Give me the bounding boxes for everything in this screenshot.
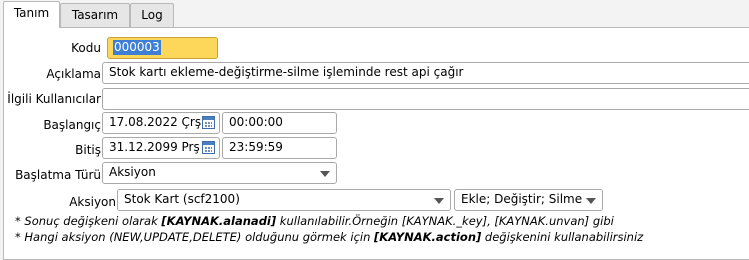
kodu-input[interactable]: 000003 xyxy=(107,37,218,59)
chevron-down-icon xyxy=(586,198,596,204)
note-line-1-bold: [KAYNAK.alanadi] xyxy=(161,214,277,228)
bitis-label-box: Bitiş xyxy=(4,140,101,160)
aciklama-input[interactable]: Stok kartı ekleme-değiştirme-silme işlem… xyxy=(102,62,749,84)
note-line-2-post: değişkenini kullanabilirsiniz xyxy=(481,230,644,244)
note-line-2-bold: [KAYNAK.action] xyxy=(374,230,482,244)
bitis-date-input[interactable]: 31.12.2099 Prş xyxy=(102,137,220,159)
kodu-value: 000003 xyxy=(113,40,161,55)
baslangic-time-value: 00:00:00 xyxy=(229,115,283,129)
baslatma-turu-label-box: Başlatma Türü xyxy=(4,165,101,185)
calendar-icon[interactable] xyxy=(202,116,215,129)
note-line-1-pre: * Sonuç değişkeni olarak xyxy=(15,214,162,228)
tab-bar: Tanım Tasarım Log xyxy=(0,0,749,28)
tab-tanim[interactable]: Tanım xyxy=(3,1,60,28)
aksiyon-value: Stok Kart (scf2100) xyxy=(124,192,240,206)
note-line-1-post: kullanılabilir.Örneğin [KAYNAK._key], [K… xyxy=(276,214,614,228)
bitis-time-input[interactable]: 23:59:59 xyxy=(222,137,337,159)
aksiyon-select[interactable]: Stok Kart (scf2100) xyxy=(117,189,451,211)
calendar-icon[interactable] xyxy=(202,141,215,154)
ilgili-kullanicilar-label: İlgili Kullanıcılar xyxy=(7,92,101,106)
aciklama-label-box: Açıklama xyxy=(4,64,101,84)
tab-log[interactable]: Log xyxy=(130,3,174,27)
tab-tasarim-label: Tasarım xyxy=(71,8,119,22)
baslangic-label: Başlangıç xyxy=(43,118,101,132)
baslangic-date-value: 17.08.2022 Çrş xyxy=(109,115,202,129)
tab-tanim-label: Tanım xyxy=(13,6,50,20)
chevron-down-icon xyxy=(320,171,330,177)
baslangic-date-input[interactable]: 17.08.2022 Çrş xyxy=(102,112,220,134)
tab-content-tanim: Kodu 000003 Açıklama Stok kartı ekleme-d… xyxy=(3,27,749,260)
tab-log-label: Log xyxy=(141,8,163,22)
baslatma-turu-select[interactable]: Aksiyon xyxy=(102,162,337,184)
aciklama-label: Açıklama xyxy=(46,67,101,81)
aksiyon-operations-value: Ekle; Değiştir; Silme xyxy=(461,192,583,206)
baslangic-time-input[interactable]: 00:00:00 xyxy=(222,112,337,134)
kodu-label-box: Kodu xyxy=(4,38,101,58)
aksiyon-label-box: Aksiyon xyxy=(4,192,116,212)
aksiyon-operations-select[interactable]: Ekle; Değiştir; Silme xyxy=(454,189,603,211)
note-line-2-pre: * Hangi aksiyon (NEW,UPDATE,DELETE) oldu… xyxy=(15,230,375,244)
bitis-time-value: 23:59:59 xyxy=(229,140,283,154)
note-line-1: * Sonuç değişkeni olarak [KAYNAK.alanadi… xyxy=(15,214,614,228)
window: Tanım Tasarım Log Kodu 000003 Açıklama S… xyxy=(0,0,749,260)
kodu-label: Kodu xyxy=(71,41,101,55)
bitis-label: Bitiş xyxy=(75,143,101,157)
aksiyon-label: Aksiyon xyxy=(69,195,116,209)
tab-tasarim[interactable]: Tasarım xyxy=(60,3,130,27)
ilgili-kullanicilar-input[interactable] xyxy=(102,88,749,110)
bitis-date-value: 31.12.2099 Prş xyxy=(109,140,200,154)
aciklama-value: Stok kartı ekleme-değiştirme-silme işlem… xyxy=(109,65,464,79)
baslatma-turu-value: Aksiyon xyxy=(109,165,156,179)
note-line-2: * Hangi aksiyon (NEW,UPDATE,DELETE) oldu… xyxy=(15,230,643,244)
chevron-down-icon xyxy=(434,198,444,204)
ilgili-kullanicilar-label-box: İlgili Kullanıcılar xyxy=(4,89,101,109)
baslatma-turu-label: Başlatma Türü xyxy=(15,168,101,182)
baslangic-label-box: Başlangıç xyxy=(4,115,101,135)
